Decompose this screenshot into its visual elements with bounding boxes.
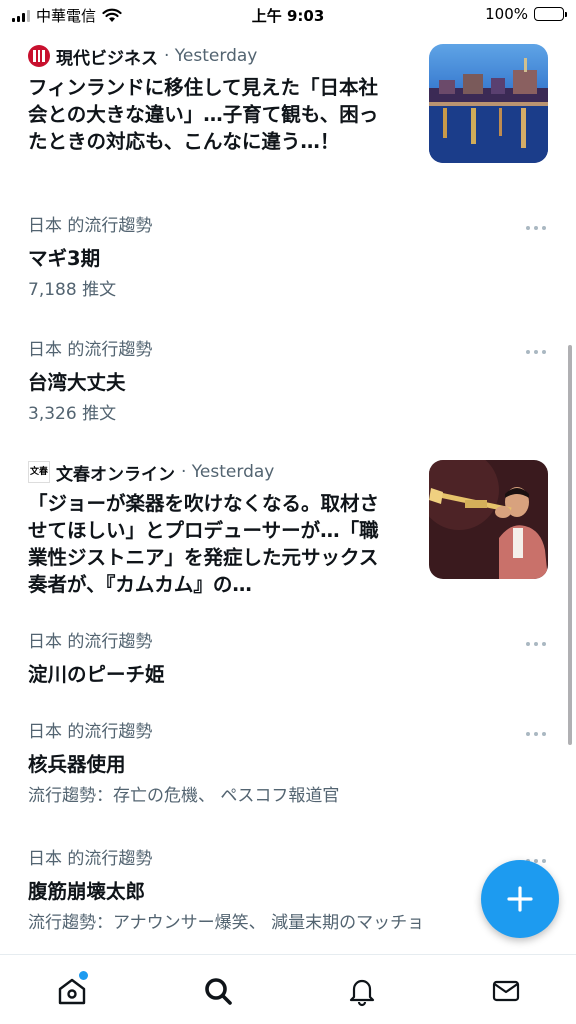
trend-context: 日本 的流行趨勢 bbox=[28, 632, 153, 652]
trend-title: 核兵器使用 bbox=[28, 753, 126, 776]
news-thumbnail[interactable] bbox=[429, 460, 548, 579]
tab-notifications[interactable] bbox=[342, 971, 382, 1011]
trend-title: 腹筋崩壊太郎 bbox=[28, 880, 146, 903]
gendai-logo-icon bbox=[28, 45, 50, 67]
more-icon[interactable] bbox=[526, 224, 546, 232]
bell-icon bbox=[349, 979, 375, 1007]
bottom-tab-bar bbox=[0, 954, 576, 1024]
battery-icon bbox=[534, 7, 567, 21]
tab-messages[interactable] bbox=[486, 971, 526, 1011]
news-source-name: 現代ビジネス bbox=[56, 48, 158, 69]
news-timestamp: · Yesterday bbox=[181, 462, 275, 482]
explore-feed[interactable]: 現代ビジネス · Yesterday フィンランドに移住して見えた「日本社会との… bbox=[0, 30, 576, 954]
status-bar: 中華電信 上午 9:03 100% bbox=[0, 0, 576, 30]
scroll-indicator[interactable] bbox=[568, 345, 572, 745]
notification-dot bbox=[79, 971, 88, 980]
more-icon[interactable] bbox=[526, 640, 546, 648]
search-icon bbox=[205, 978, 232, 1005]
bunshun-logo-icon: 文春 bbox=[28, 461, 50, 483]
more-icon[interactable] bbox=[526, 730, 546, 738]
news-source-row: 現代ビジネス · Yesterday bbox=[28, 42, 257, 70]
harbor-image-icon bbox=[429, 44, 548, 163]
news-headline: フィンランドに移住して見えた「日本社会との大きな違い」…子育て観も、困ったときの… bbox=[28, 76, 379, 153]
trend-item[interactable]: 日本 的流行趨勢 淀川のピーチ姫 bbox=[0, 628, 576, 708]
news-thumbnail[interactable] bbox=[429, 44, 548, 163]
trend-context: 日本 的流行趨勢 bbox=[28, 849, 153, 869]
status-right: 100% bbox=[485, 5, 567, 23]
tab-home[interactable] bbox=[52, 971, 92, 1011]
news-source-row: 文春 文春オンライン · Yesterday bbox=[28, 458, 274, 486]
trend-title: 淀川のピーチ姫 bbox=[28, 663, 165, 686]
plus-icon bbox=[507, 886, 533, 912]
news-source-name: 文春オンライン bbox=[56, 464, 175, 485]
trend-item[interactable]: 日本 的流行趨勢 マギ3期 7,188 推文 bbox=[0, 210, 576, 322]
trend-context: 日本 的流行趨勢 bbox=[28, 340, 153, 360]
mail-icon bbox=[492, 980, 520, 1002]
news-headline: 「ジョーが楽器を吹けなくなる。取材させてほしい」とプロデューサーが…「職業性ジス… bbox=[28, 492, 380, 596]
trend-tweet-count: 7,188 推文 bbox=[28, 280, 117, 300]
news-item[interactable]: 文春 文春オンライン · Yesterday 「ジョーが楽器を吹けなくなる。取材… bbox=[0, 458, 576, 608]
trend-context: 日本 的流行趨勢 bbox=[28, 216, 153, 236]
battery-percent: 100% bbox=[485, 5, 528, 23]
trend-context: 日本 的流行趨勢 bbox=[28, 722, 153, 742]
compose-button[interactable] bbox=[481, 860, 559, 938]
trend-title: マギ3期 bbox=[28, 247, 101, 270]
trend-related: 流行趨勢：存亡の危機、 ペスコフ報道官 bbox=[28, 786, 340, 806]
trend-item[interactable]: 日本 的流行趨勢 台湾大丈夫 3,326 推文 bbox=[0, 334, 576, 446]
tab-search[interactable] bbox=[198, 971, 238, 1011]
trumpet-player-image-icon bbox=[429, 460, 548, 579]
trend-tweet-count: 3,326 推文 bbox=[28, 404, 117, 424]
trend-title: 台湾大丈夫 bbox=[28, 371, 126, 394]
news-timestamp: · Yesterday bbox=[164, 46, 258, 66]
news-item[interactable]: 現代ビジネス · Yesterday フィンランドに移住して見えた「日本社会との… bbox=[0, 42, 576, 192]
trend-related: 流行趨勢：アナウンサー爆笑、 減量末期のマッチョ bbox=[28, 913, 425, 933]
trend-item[interactable]: 日本 的流行趨勢 核兵器使用 流行趨勢：存亡の危機、 ペスコフ報道官 bbox=[0, 718, 576, 830]
more-icon[interactable] bbox=[526, 348, 546, 356]
